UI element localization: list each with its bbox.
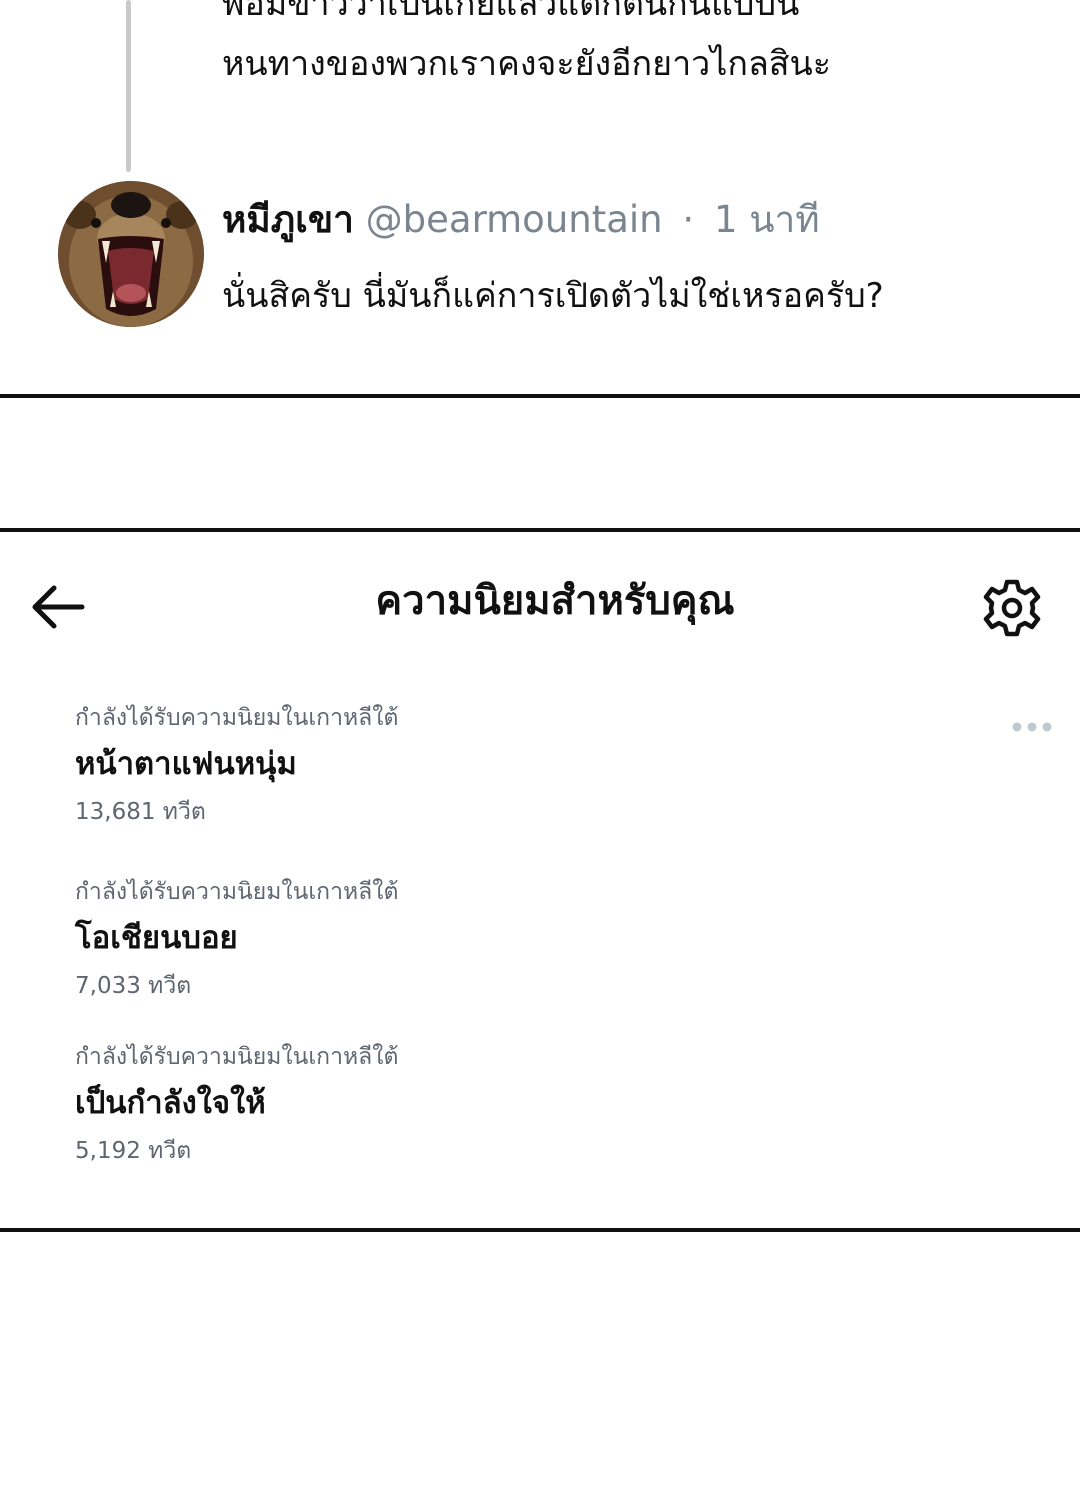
trend-topic[interactable]: โอเชียนบอย <box>75 914 775 962</box>
trend-item[interactable]: กำลังได้รับความนิยมในเกาหลีใต้ หน้าตาแฟน… <box>75 702 775 828</box>
tweet-timestamp[interactable]: 1 นาที <box>714 198 820 241</box>
tweet-text: นั่นสิครับ นี่มันก็แค่การเปิดตัวไม่ใช่เห… <box>222 276 884 316</box>
previous-reply-text: พอมีข่าวว่าเป็นเกย์แล้วแตกตื่นกันแบบนี้ … <box>222 0 1062 94</box>
gear-icon <box>983 579 1041 637</box>
display-name[interactable]: หมีภูเขา <box>222 198 354 241</box>
tweet-header: หมีภูเขา @bearmountain · 1 นาที <box>222 196 820 244</box>
avatar[interactable] <box>58 181 204 327</box>
trend-context: กำลังได้รับความนิยมในเกาหลีใต้ <box>75 705 399 731</box>
section-divider <box>0 528 1080 532</box>
trend-topic[interactable]: เป็นกำลังใจให้ <box>75 1079 775 1127</box>
more-horizontal-icon <box>1012 722 1052 732</box>
previous-reply-line: พอมีข่าวว่าเป็นเกย์แล้วแตกตื่นกันแบบนี้ <box>222 0 800 24</box>
roaring-bear-avatar <box>58 181 204 327</box>
trend-context: กำลังได้รับความนิยมในเกาหลีใต้ <box>75 1044 399 1070</box>
meta-separator: · <box>682 198 695 241</box>
page-title: ความนิยมสำหรับคุณ <box>375 578 735 624</box>
thread-connector-line <box>126 0 131 172</box>
trend-tweet-count: 7,033 ทวีต <box>75 973 192 999</box>
trend-item[interactable]: กำลังได้รับความนิยมในเกาหลีใต้ โอเชียนบอ… <box>75 876 775 1002</box>
trend-tweet-count: 5,192 ทวีต <box>75 1138 192 1164</box>
previous-reply-line: หนทางของพวกเราคงจะยังอีกยาวไกลสินะ <box>222 44 832 84</box>
more-options-button[interactable] <box>1010 718 1054 736</box>
user-handle[interactable]: @bearmountain <box>366 198 663 241</box>
trend-context: กำลังได้รับความนิยมในเกาหลีใต้ <box>75 879 399 905</box>
section-divider <box>0 1228 1080 1232</box>
trend-tweet-count: 13,681 ทวีต <box>75 799 206 825</box>
settings-button[interactable] <box>982 578 1042 638</box>
trend-topic[interactable]: หน้าตาแฟนหนุ่ม <box>75 740 775 788</box>
section-divider <box>0 394 1080 398</box>
trend-item[interactable]: กำลังได้รับความนิยมในเกาหลีใต้ เป็นกำลัง… <box>75 1041 775 1167</box>
